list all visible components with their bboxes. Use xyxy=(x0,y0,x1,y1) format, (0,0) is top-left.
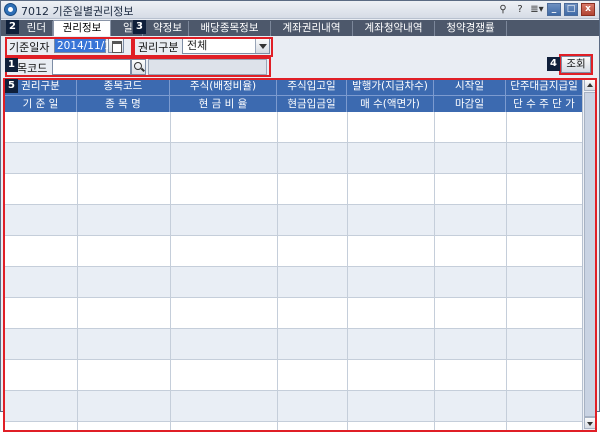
window-title: 7012 기준일별권리정보 xyxy=(21,5,134,18)
marker-2: 2 xyxy=(6,20,19,34)
menu-icon[interactable]: ≣▾ xyxy=(530,3,544,16)
marker-1: 1 xyxy=(5,58,18,72)
highlight-box-query xyxy=(559,54,593,75)
title-bar: 7012 기준일별권리정보 ⚲ ? ≣▾ _ □ x xyxy=(1,1,599,19)
app-icon xyxy=(4,3,17,16)
tab-competition-rate[interactable]: 청약경쟁률 xyxy=(435,21,507,36)
highlight-box-date xyxy=(5,37,133,57)
marker-3: 3 xyxy=(133,20,146,34)
pin-icon[interactable]: ⚲ xyxy=(496,3,510,16)
tab-account-subscriptions[interactable]: 계좌청약내역 xyxy=(353,21,435,36)
tab-account-rights[interactable]: 계좌권리내역 xyxy=(271,21,353,36)
maximize-button[interactable]: □ xyxy=(564,3,578,16)
marker-5: 5 xyxy=(5,79,18,93)
help-icon[interactable]: ? xyxy=(513,3,527,16)
tab-allotment-info[interactable]: 약정보 xyxy=(143,21,189,36)
minimize-button[interactable]: _ xyxy=(547,3,561,16)
close-button[interactable]: x xyxy=(581,3,595,16)
title-tools: ⚲ ? ≣▾ _ □ x xyxy=(496,3,595,16)
highlight-box-right-type xyxy=(133,37,273,57)
content-area: 기준일자 2014/11/11 권리구분 전체 목코드 조회 권리구분 종목코드… xyxy=(1,36,599,432)
marker-4: 4 xyxy=(547,57,560,71)
highlight-box-stock-code xyxy=(5,57,271,77)
tab-bar: 린더 권리정보 일 약정보 배당종목정보 계좌권리내역 계좌청약내역 청약경쟁률 xyxy=(1,20,599,37)
tab-rights-info[interactable]: 권리정보 xyxy=(53,20,111,37)
app-window: 7012 기준일별권리정보 ⚲ ? ≣▾ _ □ x 린더 권리정보 일 약정보… xyxy=(0,0,600,432)
highlight-box-grid xyxy=(3,78,597,432)
tab-dividend-stocks[interactable]: 배당종목정보 xyxy=(189,21,271,36)
